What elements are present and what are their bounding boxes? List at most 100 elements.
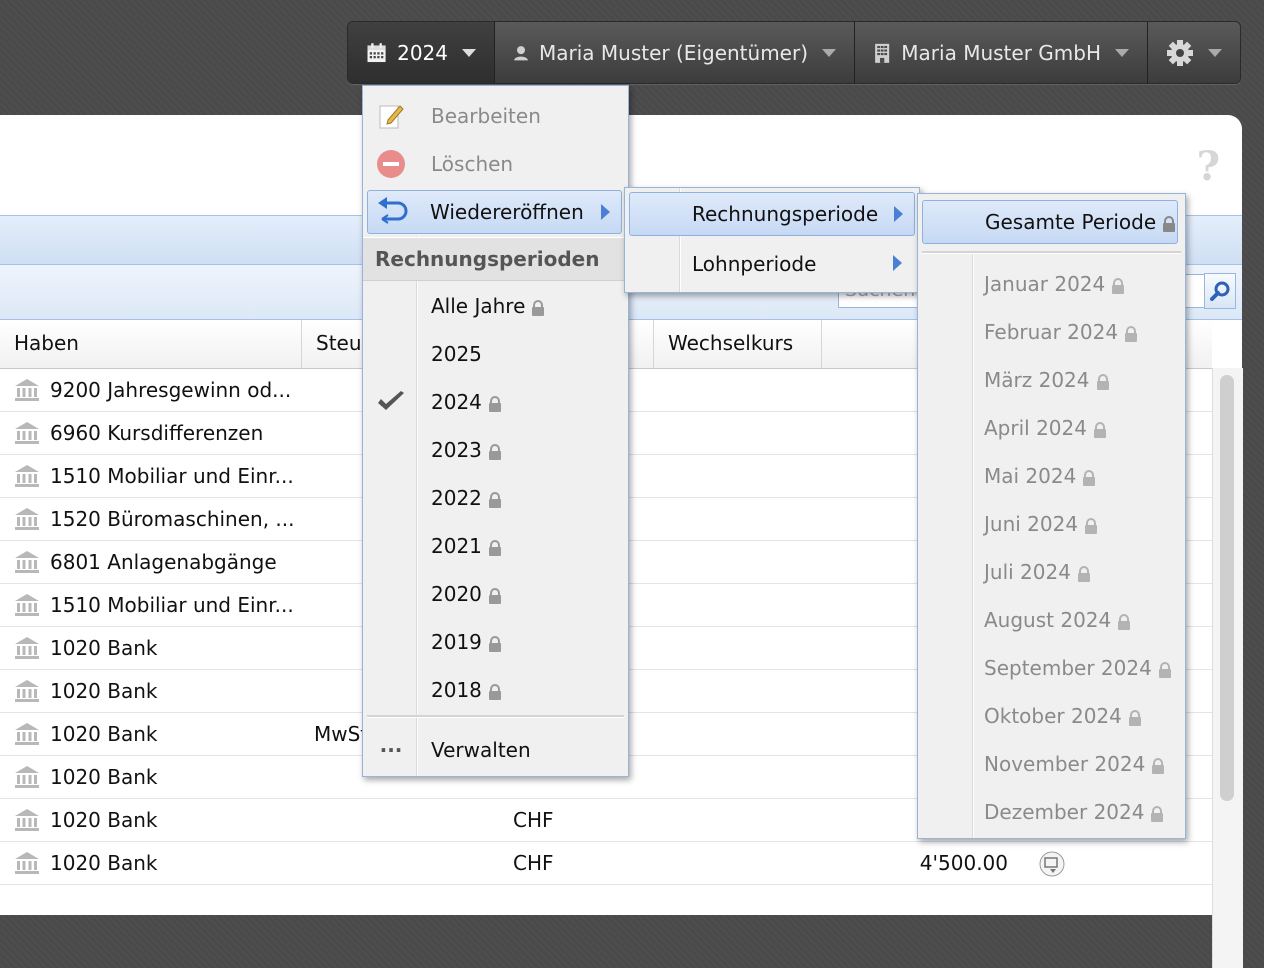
menu-item-invoice-period[interactable]: Rechnungsperiode: [629, 192, 915, 236]
menu-item-year[interactable]: 2020: [367, 572, 626, 616]
bank-icon: [15, 594, 39, 616]
menu-item-month[interactable]: Juni 2024: [922, 502, 1181, 546]
account-label: 1020 Bank: [50, 722, 158, 746]
bank-icon: [15, 465, 39, 487]
menu-item-year[interactable]: 2019: [367, 620, 626, 664]
menu-item-label: August 2024: [984, 608, 1112, 632]
lock-icon: [1093, 421, 1106, 438]
menu-item-label: März 2024: [984, 368, 1090, 392]
menu-item-label: September 2024: [984, 656, 1152, 680]
chevron-down-icon: [822, 48, 836, 57]
cell-haben: 1020 Bank: [14, 627, 158, 669]
menu-item-label: Alle Jahre: [431, 294, 526, 318]
company-selector-button[interactable]: Maria Muster GmbH: [855, 22, 1148, 83]
year-label: 2024: [397, 40, 448, 65]
menu-item-label: 2019: [431, 630, 482, 654]
menu-divider: [367, 715, 624, 718]
menu-item-label: 2020: [431, 582, 482, 606]
company-label: Maria Muster GmbH: [901, 40, 1101, 65]
menu-item-label: Lohnperiode: [692, 252, 817, 276]
lock-icon: [1083, 469, 1096, 486]
bank-icon: [15, 508, 39, 530]
menu-item-label: 2023: [431, 438, 482, 462]
account-label: 1020 Bank: [50, 765, 158, 789]
lock-icon: [488, 491, 501, 508]
menu-item-month[interactable]: April 2024: [922, 406, 1181, 450]
menu-item-month[interactable]: Mai 2024: [922, 454, 1181, 498]
menu-item-month[interactable]: März 2024: [922, 358, 1181, 402]
menu-item-month[interactable]: August 2024: [922, 598, 1181, 642]
top-toolbar: 2024 Maria Muster (Eigentümer) Maria Mus…: [347, 21, 1241, 84]
checkmark-icon: [375, 386, 407, 418]
menu-item-month[interactable]: Oktober 2024: [922, 694, 1181, 738]
menu-item-year[interactable]: 2021: [367, 524, 626, 568]
lock-icon: [532, 299, 545, 316]
menu-item-label: Gesamte Periode: [985, 210, 1157, 234]
search-icon: [1210, 281, 1230, 301]
menu-item-year[interactable]: 2018: [367, 668, 626, 712]
lock-icon: [1096, 373, 1109, 390]
menu-item-manage[interactable]: ··· Verwalten: [367, 728, 626, 772]
menu-item-edit[interactable]: Bearbeiten: [367, 94, 626, 138]
lock-icon: [1163, 215, 1176, 232]
menu-item-year[interactable]: 2023: [367, 428, 626, 472]
reopen-submenu: Rechnungsperiode Lohnperiode: [624, 187, 920, 293]
cell-haben: 1510 Mobiliar und Einr...: [14, 455, 294, 497]
menu-item-month[interactable]: Dezember 2024: [922, 790, 1181, 834]
lock-icon: [488, 395, 501, 412]
year-selector-button[interactable]: 2024: [348, 22, 495, 83]
account-label: 1020 Bank: [50, 679, 158, 703]
cell-haben: 1020 Bank: [14, 756, 158, 798]
chevron-down-icon: [1115, 48, 1129, 57]
menu-item-label: 2021: [431, 534, 482, 558]
scrollbar-thumb[interactable]: [1220, 375, 1234, 801]
settings-button[interactable]: [1148, 22, 1240, 83]
menu-item-payroll-period[interactable]: Lohnperiode: [629, 242, 915, 286]
lock-icon: [488, 587, 501, 604]
menu-item-year[interactable]: 2025: [367, 332, 626, 376]
menu-item-month[interactable]: September 2024: [922, 646, 1181, 690]
account-label: 1510 Mobiliar und Einr...: [50, 464, 294, 488]
lock-icon: [1112, 277, 1125, 294]
search-button[interactable]: [1204, 273, 1236, 309]
lock-icon: [1118, 613, 1131, 630]
menu-item-year[interactable]: 2024: [367, 380, 626, 424]
lock-icon: [1158, 661, 1171, 678]
menu-item-reopen[interactable]: Wiedereröffnen: [367, 190, 622, 234]
column-haben[interactable]: Haben: [0, 320, 302, 368]
column-wechselkurs[interactable]: Wechselkurs: [654, 320, 822, 368]
table-row[interactable]: 1020 Bank CHF 4'500.00: [0, 842, 1212, 885]
menu-item-label: November 2024: [984, 752, 1146, 776]
account-label: 1510 Mobiliar und Einr...: [50, 593, 294, 617]
building-icon: [875, 43, 890, 63]
menu-item-label: Juni 2024: [984, 512, 1079, 536]
cell-haben: 1510 Mobiliar und Einr...: [14, 584, 294, 626]
menu-item-all-years[interactable]: Alle Jahre: [367, 284, 626, 328]
reverse-booking-icon[interactable]: [1038, 851, 1066, 877]
menu-item-month[interactable]: November 2024: [922, 742, 1181, 786]
cell-haben: 1020 Bank: [14, 713, 158, 755]
lock-icon: [1152, 757, 1165, 774]
menu-item-month[interactable]: Februar 2024: [922, 310, 1181, 354]
more-icon: ···: [379, 738, 403, 762]
lock-icon: [488, 443, 501, 460]
user-selector-button[interactable]: Maria Muster (Eigentümer): [495, 22, 855, 83]
menu-item-delete[interactable]: Löschen: [367, 142, 626, 186]
cell-betrag: 4'500.00: [919, 851, 1008, 875]
cell-haben: 6801 Anlagenabgänge: [14, 541, 277, 583]
menu-item-label: 2025: [431, 342, 482, 366]
bank-icon: [15, 852, 39, 874]
help-icon[interactable]: ?: [1197, 143, 1220, 190]
bank-icon: [15, 551, 39, 573]
menu-item-month[interactable]: Juli 2024: [922, 550, 1181, 594]
cell-haben: 1020 Bank: [14, 670, 158, 712]
menu-item-month[interactable]: Januar 2024: [922, 262, 1181, 306]
undo-arrow-icon: [376, 196, 408, 228]
menu-item-label: Februar 2024: [984, 320, 1119, 344]
cell-haben: 6960 Kursdifferenzen: [14, 412, 263, 454]
menu-item-year[interactable]: 2022: [367, 476, 626, 520]
menu-item-whole-period[interactable]: Gesamte Periode: [922, 200, 1178, 244]
account-label: 1020 Bank: [50, 851, 158, 875]
lock-icon: [488, 635, 501, 652]
menu-item-label: Löschen: [431, 152, 514, 176]
